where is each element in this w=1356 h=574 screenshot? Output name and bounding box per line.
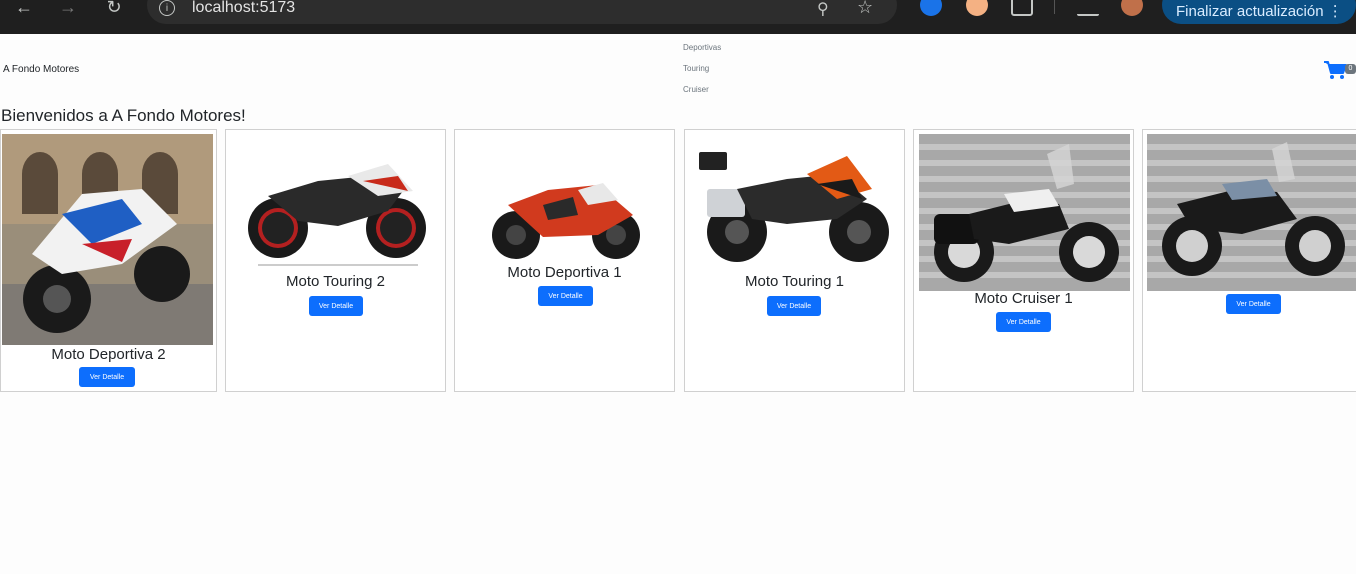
product-card: Moto Cruiser 1 Ver Detalle xyxy=(913,129,1134,392)
view-detail-button[interactable]: Ver Detalle xyxy=(767,296,821,316)
forward-icon[interactable]: → xyxy=(54,0,82,17)
motorcycle-image xyxy=(492,183,640,259)
profile-avatar[interactable] xyxy=(1121,0,1143,16)
product-card: Ver Detalle xyxy=(1142,129,1356,392)
product-card: Moto Deportiva 1 Ver Detalle xyxy=(454,129,675,392)
nav-link-touring[interactable]: Touring xyxy=(683,64,721,85)
category-nav: Deportivas Touring Cruiser xyxy=(683,43,721,106)
page-title: Bienvenidos a A Fondo Motores! xyxy=(1,106,246,125)
view-detail-button[interactable]: Ver Detalle xyxy=(79,367,135,387)
motorcycle-image xyxy=(919,134,1130,291)
product-card: Moto Deportiva 2 Ver Detalle xyxy=(0,129,217,392)
product-title: Moto Touring 2 xyxy=(286,273,385,290)
url-text[interactable]: localhost:5173 xyxy=(192,0,295,17)
product-title: Moto Touring 1 xyxy=(745,273,844,290)
extension-owl-icon[interactable] xyxy=(966,0,988,16)
nav-link-deportivas[interactable]: Deportivas xyxy=(683,43,721,64)
product-title: Moto Deportiva 2 xyxy=(51,346,166,363)
browser-toolbar: ← → ↻ i localhost:5173 ⚲ ☆ Finalizar act… xyxy=(0,0,1356,34)
motorcycle-image xyxy=(248,164,426,266)
toolbar-divider xyxy=(1054,0,1055,14)
extensions-puzzle-icon[interactable] xyxy=(1011,0,1033,16)
motorcycle-image xyxy=(1147,134,1356,291)
reload-icon[interactable]: ↻ xyxy=(100,0,128,17)
bookmark-star-icon[interactable]: ☆ xyxy=(857,0,873,18)
product-title: Moto Cruiser 1 xyxy=(974,290,1073,307)
motorcycle-image xyxy=(2,134,213,345)
media-control-icon[interactable] xyxy=(1077,0,1099,16)
view-detail-button[interactable]: Ver Detalle xyxy=(1226,294,1281,314)
address-bar[interactable]: i localhost:5173 ⚲ ☆ xyxy=(147,0,897,24)
back-icon[interactable]: ← xyxy=(10,0,38,17)
nav-link-cruiser[interactable]: Cruiser xyxy=(683,85,721,106)
view-detail-button[interactable]: Ver Detalle xyxy=(996,312,1051,332)
site-info-icon[interactable]: i xyxy=(159,0,175,16)
product-card: Moto Touring 2 Ver Detalle xyxy=(225,129,446,392)
cart-icon[interactable] xyxy=(1323,60,1347,80)
motorcycle-image xyxy=(699,152,889,262)
zoom-icon[interactable]: ⚲ xyxy=(817,0,829,19)
view-detail-button[interactable]: Ver Detalle xyxy=(538,286,593,306)
extension-check-icon[interactable] xyxy=(920,0,942,16)
cart-count-badge: 0 xyxy=(1345,64,1356,74)
product-card: Moto Touring 1 Ver Detalle xyxy=(684,129,905,392)
product-title: Moto Deportiva 1 xyxy=(507,264,622,281)
brand-link[interactable]: A Fondo Motores xyxy=(3,64,79,75)
finish-update-button[interactable]: Finalizar actualización ⋮ xyxy=(1162,0,1356,24)
view-detail-button[interactable]: Ver Detalle xyxy=(309,296,363,316)
